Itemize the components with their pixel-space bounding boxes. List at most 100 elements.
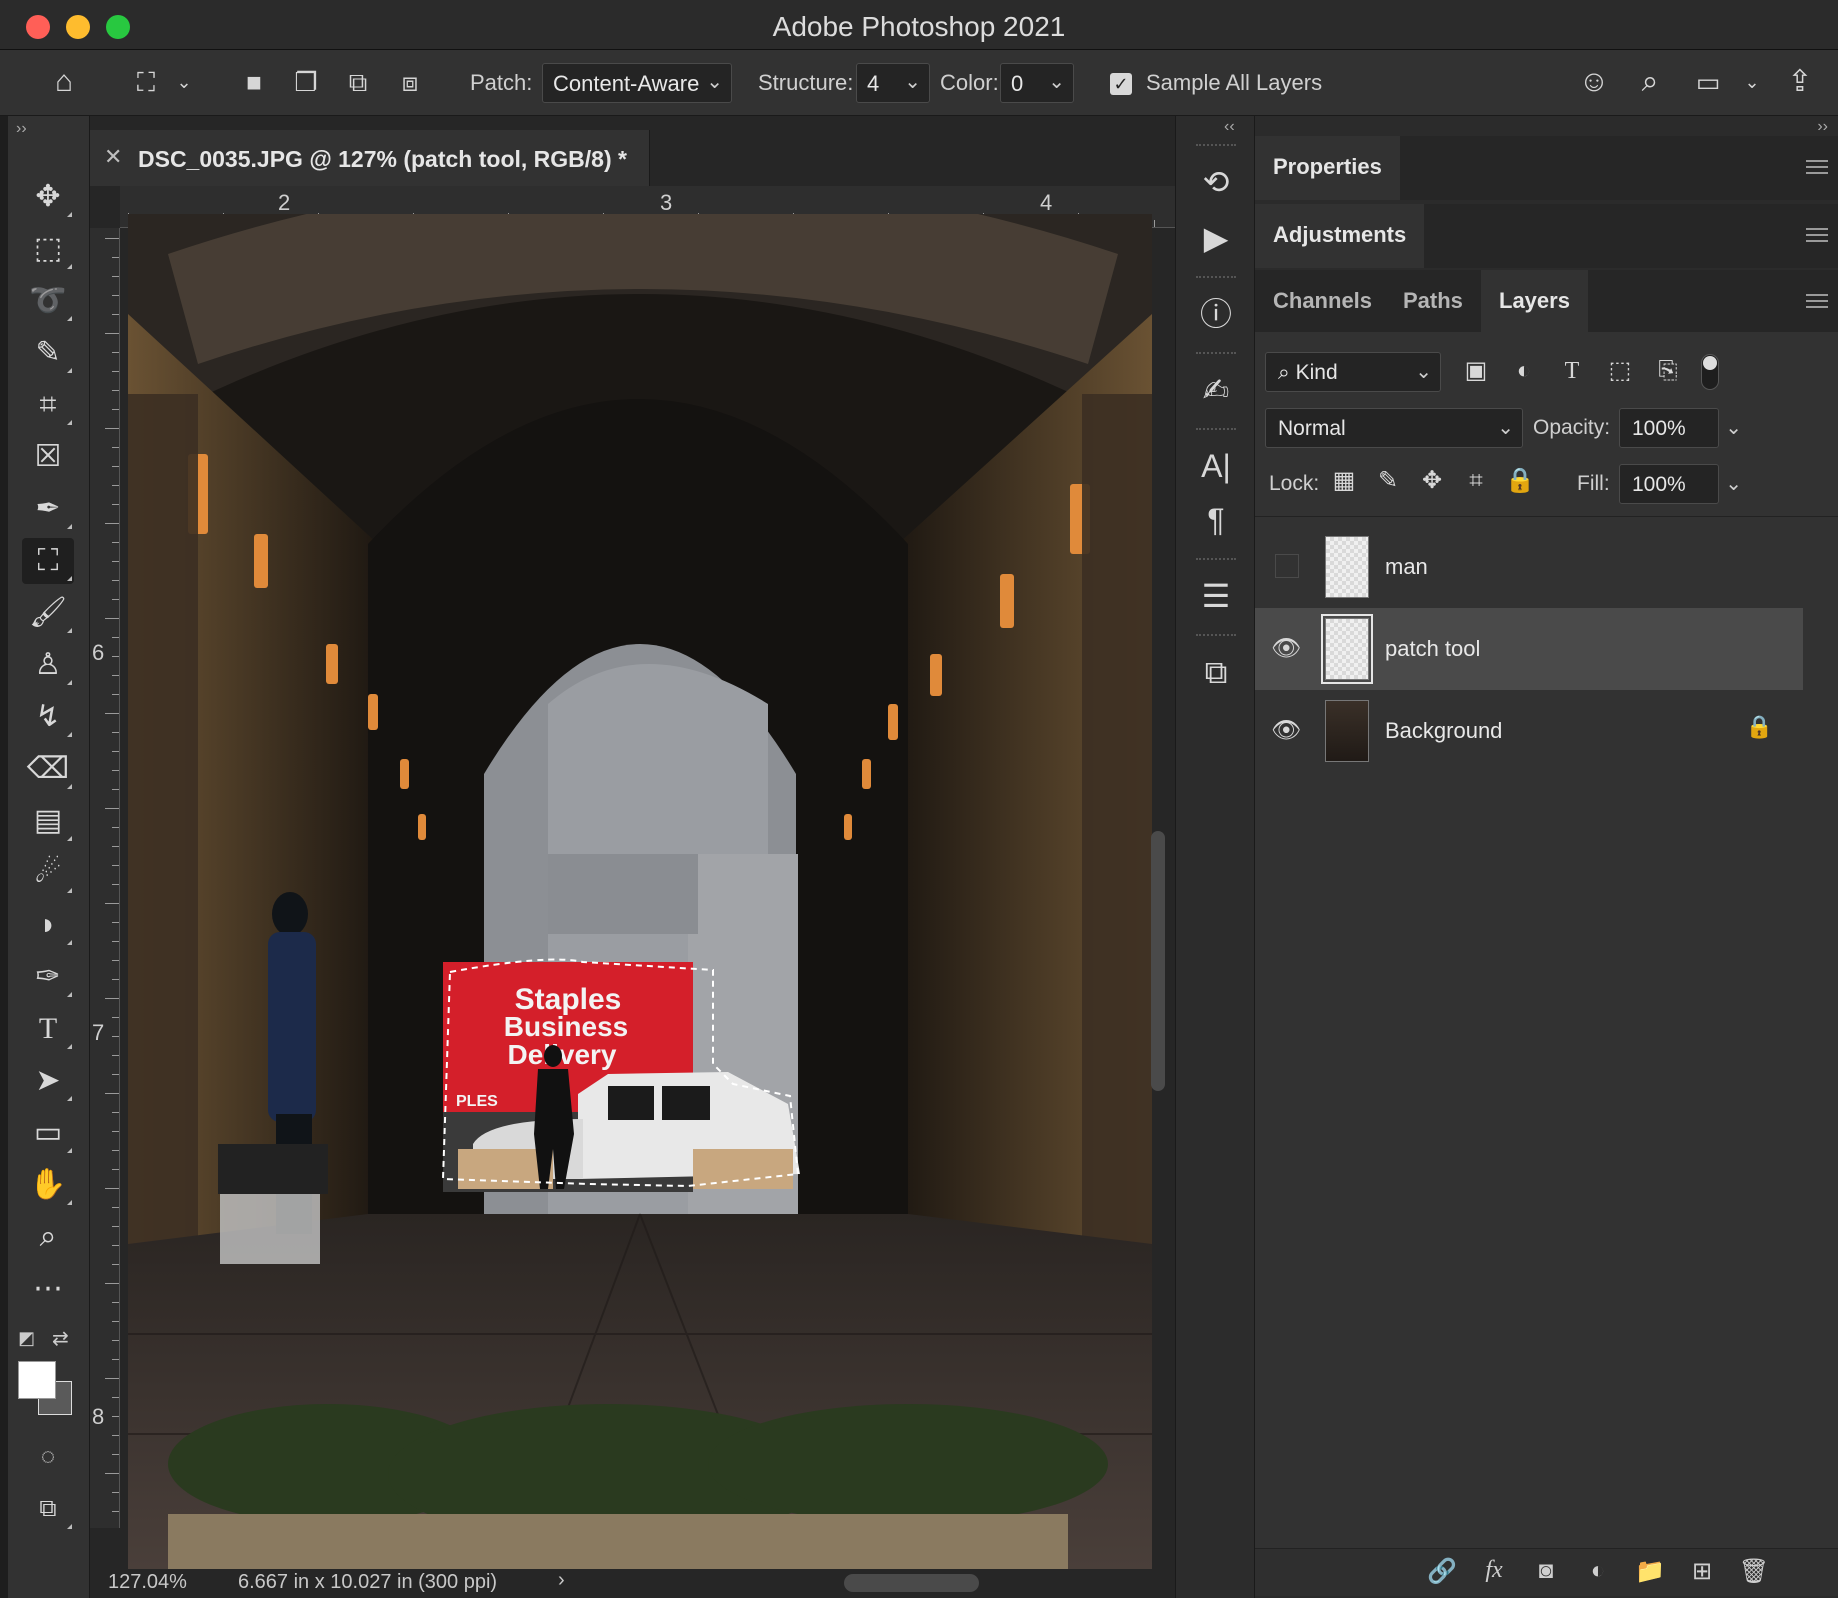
path-selection-tool-icon[interactable]: ➤	[22, 1058, 74, 1104]
history-icon[interactable]: ⟲	[1188, 156, 1244, 208]
filter-shape-icon[interactable]: ⬚	[1603, 354, 1637, 388]
panel-menu-icon[interactable]	[1806, 160, 1828, 174]
tab-channels[interactable]: Channels	[1255, 270, 1390, 334]
new-adjustment-layer-icon[interactable]: ◐	[1581, 1557, 1615, 1585]
filter-kind-select[interactable]: ⌕ Kind ⌄	[1265, 352, 1441, 392]
info-icon[interactable]: ⓘ	[1188, 288, 1244, 340]
search-icon[interactable]: ⌕	[1630, 62, 1670, 102]
quick-mask-icon[interactable]: ◌	[22, 1434, 74, 1480]
visibility-toggle-hidden[interactable]	[1275, 554, 1299, 578]
crop-tool-icon[interactable]: ⌗	[22, 382, 74, 428]
filter-type-icon[interactable]: T	[1555, 354, 1589, 388]
new-selection-icon[interactable]: ■	[236, 62, 272, 102]
tab-adjustments[interactable]: Adjustments	[1255, 204, 1425, 268]
sample-all-layers-checkbox[interactable]: ✓	[1110, 73, 1132, 95]
eraser-tool-icon[interactable]: ⌫	[22, 746, 74, 792]
vertical-scrollbar[interactable]	[1151, 831, 1165, 1091]
actions-play-icon[interactable]: ▶	[1188, 212, 1244, 264]
stamp-tool-icon[interactable]: ♙	[22, 642, 74, 688]
paragraph-icon[interactable]: ¶	[1188, 494, 1244, 546]
document-tab[interactable]: ✕ DSC_0035.JPG @ 127% (patch tool, RGB/8…	[90, 130, 650, 186]
dodge-tool-icon[interactable]: ◗	[22, 902, 74, 948]
brush-tool-icon[interactable]: 🖌	[22, 590, 74, 636]
collapse-panels-icon[interactable]: ‹‹	[1224, 118, 1235, 136]
zoom-tool-icon[interactable]: ⌕	[22, 1214, 74, 1260]
patch-tool-icon[interactable]: ⛶	[22, 538, 74, 584]
blur-tool-icon[interactable]: ☄	[22, 850, 74, 896]
pen-tool-icon[interactable]: ✑	[22, 954, 74, 1000]
subtract-from-selection-icon[interactable]: ⧉	[340, 62, 376, 102]
user-guide-icon[interactable]: ☺	[1574, 62, 1614, 102]
hand-tool-icon[interactable]: ✋	[22, 1162, 74, 1208]
lasso-tool-icon[interactable]: ➰	[22, 278, 74, 324]
chevron-down-icon[interactable]: ⌄	[172, 62, 196, 102]
add-to-selection-icon[interactable]: ❐	[288, 62, 324, 102]
horizontal-scrollbar[interactable]	[844, 1574, 979, 1592]
structure-select[interactable]: 4 ⌄	[856, 63, 930, 103]
panel-grip[interactable]	[1196, 634, 1236, 637]
share-icon[interactable]: ⇪	[1780, 62, 1820, 102]
lock-artboard-icon[interactable]: ⌗	[1459, 464, 1493, 498]
vertical-ruler[interactable]: 6 7 8	[90, 228, 120, 1528]
rectangle-tool-icon[interactable]: ▭	[22, 1110, 74, 1156]
new-group-icon[interactable]: 📁	[1633, 1557, 1667, 1586]
move-tool-icon[interactable]: ✥	[22, 174, 74, 220]
panel-menu-icon[interactable]	[1806, 294, 1828, 308]
panel-menu-icon[interactable]	[1806, 228, 1828, 242]
panel-grip[interactable]	[1196, 352, 1236, 355]
fx-icon[interactable]: fx	[1477, 1557, 1511, 1584]
delete-layer-icon[interactable]: 🗑	[1737, 1557, 1771, 1586]
tab-properties[interactable]: Properties	[1255, 136, 1400, 200]
lock-all-icon[interactable]: 🔒	[1503, 464, 1537, 498]
home-icon[interactable]: ⌂	[40, 62, 88, 102]
panel-grip[interactable]	[1196, 428, 1236, 431]
image-canvas[interactable]: Staples Business Delivery PLES	[128, 214, 1152, 1569]
more-tools-icon[interactable]: ⋯	[22, 1266, 74, 1312]
sample-all-layers-label[interactable]: Sample All Layers	[1146, 70, 1322, 96]
collapse-dock-icon[interactable]: ››	[1817, 118, 1828, 136]
fill-field[interactable]: 100% ⌄	[1619, 464, 1742, 504]
intersect-selection-icon[interactable]: ⧈	[392, 62, 428, 102]
adjustments-sliders-icon[interactable]: ☰	[1188, 570, 1244, 622]
filter-toggle[interactable]	[1701, 354, 1719, 390]
brush-settings-icon[interactable]: ✍	[1188, 364, 1244, 416]
character-icon[interactable]: A|	[1188, 440, 1244, 492]
foreground-color-swatch[interactable]	[18, 1361, 56, 1399]
lock-icon[interactable]: 🔒	[1746, 714, 1773, 740]
chevron-right-icon[interactable]: ›	[558, 1569, 565, 1592]
close-tab-icon[interactable]: ✕	[104, 144, 122, 170]
chevron-down-icon[interactable]: ⌄	[1740, 62, 1764, 102]
layer-row-background[interactable]: 👁 Background 🔒	[1255, 690, 1803, 772]
filter-pixel-icon[interactable]: ▣	[1459, 354, 1493, 388]
new-layer-icon[interactable]: ⊞	[1685, 1557, 1719, 1586]
history-brush-tool-icon[interactable]: ↯	[22, 694, 74, 740]
panel-grip[interactable]	[1196, 144, 1236, 147]
patch-tool-preset-icon[interactable]: ⛶	[124, 62, 168, 102]
color-select[interactable]: 0 ⌄	[1000, 63, 1074, 103]
lock-image-pixels-icon[interactable]: ✎	[1371, 464, 1405, 498]
layer-row-man[interactable]: man	[1255, 526, 1803, 608]
eyedropper-tool-icon[interactable]: ✒	[22, 486, 74, 532]
gradient-tool-icon[interactable]: ▤	[22, 798, 74, 844]
workspace-icon[interactable]: ▭	[1688, 62, 1728, 102]
frame-tool-icon[interactable]: ☒	[22, 434, 74, 480]
expand-panel-icon[interactable]: ››	[16, 120, 27, 138]
type-tool-icon[interactable]: T	[22, 1006, 74, 1052]
marquee-tool-icon[interactable]: ⬚	[22, 226, 74, 272]
layer-row-patch-tool[interactable]: 👁 patch tool	[1255, 608, 1803, 690]
patch-mode-select[interactable]: Content-Aware ⌄	[542, 63, 732, 103]
tab-layers[interactable]: Layers	[1481, 270, 1588, 332]
panel-grip[interactable]	[1196, 276, 1236, 279]
eye-icon[interactable]: 👁	[1271, 634, 1301, 664]
zoom-level[interactable]: 127.04%	[108, 1571, 187, 1594]
opacity-field[interactable]: 100% ⌄	[1619, 408, 1742, 448]
filter-smart-object-icon[interactable]: ⎘	[1651, 354, 1685, 388]
eye-icon[interactable]: 👁	[1271, 716, 1301, 746]
blend-mode-select[interactable]: Normal ⌄	[1265, 408, 1523, 448]
lock-transparent-pixels-icon[interactable]: ▦	[1327, 464, 1361, 498]
lock-position-icon[interactable]: ✥	[1415, 464, 1449, 498]
default-colors-icon[interactable]: ◩	[18, 1328, 35, 1349]
screen-mode-icon[interactable]: ⧉	[22, 1486, 74, 1532]
libraries-icon[interactable]: ⧉	[1188, 646, 1244, 698]
link-layers-icon[interactable]: 🔗	[1425, 1557, 1459, 1586]
